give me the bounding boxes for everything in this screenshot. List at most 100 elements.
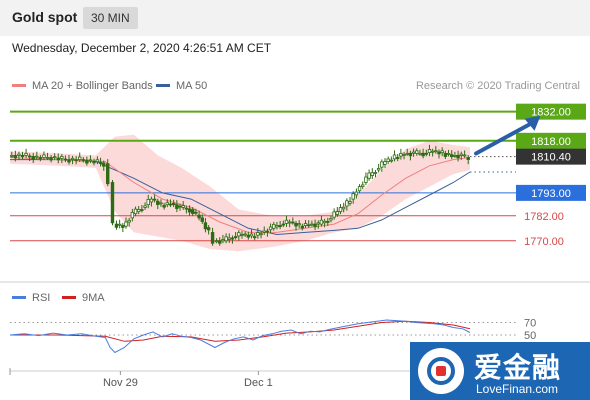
- level-tag-text: 1818.00: [531, 136, 571, 148]
- candle-body: [35, 155, 39, 158]
- candle-body: [272, 223, 276, 229]
- rsi-ma-legend-label: 9MA: [82, 292, 105, 304]
- candle-body: [117, 223, 122, 226]
- candle-body: [430, 150, 435, 153]
- candle-body: [376, 168, 381, 171]
- candle-body: [399, 153, 403, 157]
- candle-body: [341, 206, 346, 210]
- candle-body: [110, 182, 115, 224]
- candle-body: [27, 155, 32, 158]
- candle-body: [227, 237, 231, 240]
- candle-body: [275, 225, 279, 228]
- candle-body: [175, 204, 179, 209]
- candle-body: [98, 161, 103, 164]
- candle-body: [418, 152, 422, 155]
- candle-body: [386, 158, 390, 163]
- candle-body: [165, 202, 170, 206]
- candle-body: [319, 219, 324, 225]
- candle-body: [200, 217, 204, 222]
- rsi-ma-line: [10, 320, 471, 342]
- candle-body: [256, 232, 260, 236]
- candle-body: [307, 224, 311, 227]
- candle-body: [140, 209, 144, 211]
- candle-body: [88, 159, 93, 162]
- candle-body: [17, 153, 21, 156]
- candle-body: [446, 153, 451, 155]
- candle-body: [462, 154, 467, 157]
- rsi-legend-swatch: [12, 296, 26, 299]
- candle-body: [203, 222, 208, 230]
- candle-body: [106, 163, 110, 185]
- candle-body: [434, 150, 438, 153]
- level-tag-text: 1793.00: [531, 188, 571, 200]
- candle-body: [102, 162, 106, 167]
- candle-body: [453, 154, 457, 157]
- candle-body: [143, 205, 147, 208]
- candle-body: [210, 232, 215, 244]
- candle-body: [348, 201, 352, 204]
- candle-body: [181, 205, 185, 208]
- candle-body: [149, 198, 154, 203]
- candle-body: [168, 203, 173, 206]
- candle-body: [424, 152, 429, 155]
- candle-body: [237, 232, 241, 237]
- candle-body: [322, 220, 327, 224]
- candle-body: [278, 225, 282, 228]
- candle-body: [459, 153, 463, 156]
- candle-body: [373, 172, 378, 174]
- candle-body: [408, 152, 413, 157]
- candle-body: [31, 156, 35, 160]
- candle-body: [249, 233, 254, 237]
- candle-body: [133, 208, 138, 215]
- candle-body: [63, 158, 68, 161]
- candle-body: [284, 219, 289, 224]
- candle-body: [24, 153, 28, 156]
- candle-body: [184, 207, 189, 210]
- candle-body: [127, 219, 131, 223]
- candle-body: [313, 223, 317, 228]
- candle-body: [130, 212, 135, 219]
- candle-body: [427, 149, 432, 154]
- level-label-1782-00: 1782.00: [524, 211, 564, 223]
- candle-body: [294, 223, 298, 227]
- candle-body: [95, 159, 100, 163]
- candle-body: [297, 223, 301, 226]
- candle-body: [81, 159, 85, 161]
- candle-body: [345, 200, 349, 207]
- candle-body: [85, 159, 89, 164]
- candle-body: [466, 157, 470, 160]
- candle-body: [402, 154, 406, 156]
- candle-body: [380, 161, 384, 168]
- candle-body: [437, 151, 441, 155]
- candle-body: [178, 205, 182, 208]
- candle-body: [370, 172, 374, 176]
- candle-body: [78, 156, 82, 160]
- candle-body: [316, 222, 320, 225]
- candle-body: [389, 159, 394, 162]
- candle-body: [287, 221, 292, 224]
- candle-body: [194, 211, 198, 214]
- candle-body: [121, 225, 125, 228]
- candle-body: [137, 209, 141, 213]
- candle-body: [415, 150, 419, 154]
- candle-body: [240, 234, 244, 236]
- price-chart: MA 20 + Bollinger Bands MA 50 Research © 2…: [0, 80, 590, 389]
- candle-body: [357, 186, 362, 192]
- candle-body: [268, 226, 273, 231]
- x-tick-label: Nov 29: [103, 377, 138, 389]
- candle-body: [243, 233, 247, 236]
- candle-body: [262, 230, 266, 233]
- candle-body: [13, 154, 18, 159]
- candle-body: [152, 198, 157, 201]
- candle-body: [383, 161, 387, 165]
- rsi-ma-legend-swatch: [62, 296, 76, 299]
- candle-body: [38, 157, 43, 160]
- candle-body: [114, 223, 119, 228]
- credit-text: Research © 2020 Trading Central: [416, 80, 580, 92]
- candle-body: [450, 154, 454, 158]
- candle-body: [10, 154, 14, 157]
- candle-body: [440, 150, 444, 154]
- candle-body: [351, 193, 355, 200]
- bollinger-legend-swatch: [12, 84, 26, 87]
- candle-body: [56, 157, 60, 161]
